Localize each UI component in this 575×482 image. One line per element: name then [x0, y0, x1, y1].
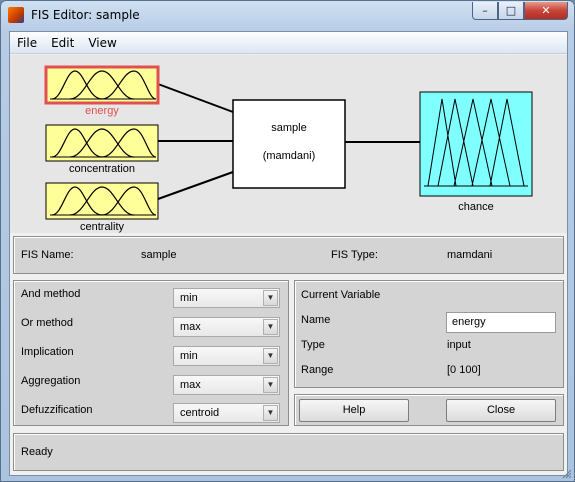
fis-type-value: mamdani: [447, 249, 493, 261]
variable-name-field[interactable]: energy: [446, 312, 556, 333]
menu-file[interactable]: File: [10, 36, 44, 50]
window-controls: – □ ✕: [472, 2, 568, 20]
resize-grip-icon[interactable]: [562, 469, 572, 479]
fis-name-value: sample: [141, 249, 177, 261]
defuzzification-label: Defuzzification: [21, 404, 93, 416]
output-chance-block[interactable]: [419, 91, 533, 197]
and-method-select[interactable]: min ▼: [173, 288, 280, 308]
chevron-down-icon[interactable]: ▼: [263, 377, 278, 393]
buttons-panel: Help Close: [294, 394, 564, 426]
input-centrality-block[interactable]: [45, 182, 159, 220]
aggregation-select[interactable]: max ▼: [173, 375, 280, 395]
input-label-concentration: concentration: [68, 163, 136, 175]
defuzzification-value: centroid: [180, 407, 220, 419]
fis-info-panel: FIS Name: sample FIS Type: mamdani: [13, 236, 564, 274]
aggregation-label: Aggregation: [21, 375, 81, 387]
connector-centrality: [157, 171, 234, 200]
system-block[interactable]: [232, 99, 346, 189]
or-method-label: Or method: [21, 317, 73, 329]
close-button[interactable]: Close: [446, 399, 556, 422]
variable-range-value: [0 100]: [447, 364, 481, 376]
chevron-down-icon[interactable]: ▼: [263, 405, 278, 421]
input-concentration-block[interactable]: [45, 124, 159, 162]
menu-edit[interactable]: Edit: [44, 36, 81, 50]
menu-bar: File Edit View: [10, 32, 567, 54]
window-title: FIS Editor: sample: [31, 8, 140, 22]
minimize-icon[interactable]: –: [472, 2, 498, 20]
variable-name-label: Name: [301, 314, 331, 326]
or-method-value: max: [180, 321, 201, 333]
and-method-label: And method: [21, 288, 81, 300]
maximize-icon[interactable]: □: [498, 2, 524, 20]
connector-energy: [157, 83, 234, 113]
or-method-select[interactable]: max ▼: [173, 317, 280, 337]
status-panel: Ready: [13, 433, 564, 471]
current-variable-panel: Current Variable Name energy Type input …: [294, 280, 564, 388]
aggregation-value: max: [180, 379, 201, 391]
input-label-centrality: centrality: [79, 221, 125, 233]
input-energy-block[interactable]: [44, 65, 160, 105]
fis-name-label: FIS Name:: [21, 249, 74, 261]
chevron-down-icon[interactable]: ▼: [263, 319, 278, 335]
fis-editor-window: FIS Editor: sample – □ ✕ File Edit View: [0, 0, 575, 482]
status-text: Ready: [21, 446, 53, 458]
output-label-chance: chance: [458, 201, 494, 213]
fis-diagram: energy concentration centrality sample (…: [10, 55, 567, 233]
implication-label: Implication: [21, 346, 74, 358]
implication-value: min: [180, 350, 198, 362]
client-area: File Edit View energy concentration cent…: [9, 31, 568, 476]
chevron-down-icon[interactable]: ▼: [263, 348, 278, 364]
system-type: (mamdani): [262, 150, 316, 162]
input-label-energy: energy: [85, 105, 119, 117]
fis-type-label: FIS Type:: [331, 249, 378, 261]
menu-view[interactable]: View: [81, 36, 123, 50]
matlab-logo-icon: [8, 7, 24, 23]
help-button[interactable]: Help: [299, 399, 409, 422]
and-method-value: min: [180, 292, 198, 304]
chevron-down-icon[interactable]: ▼: [263, 290, 278, 306]
system-name: sample: [271, 122, 307, 134]
defuzzification-select[interactable]: centroid ▼: [173, 403, 280, 423]
variable-type-label: Type: [301, 339, 325, 351]
close-icon[interactable]: ✕: [524, 2, 568, 20]
variable-range-label: Range: [301, 364, 334, 376]
variable-type-value: input: [447, 339, 471, 351]
implication-select[interactable]: min ▼: [173, 346, 280, 366]
current-variable-header: Current Variable: [301, 289, 381, 301]
methods-panel: And method min ▼ Or method max ▼ Implicati…: [13, 280, 289, 426]
title-bar[interactable]: FIS Editor: sample – □ ✕: [1, 1, 574, 31]
